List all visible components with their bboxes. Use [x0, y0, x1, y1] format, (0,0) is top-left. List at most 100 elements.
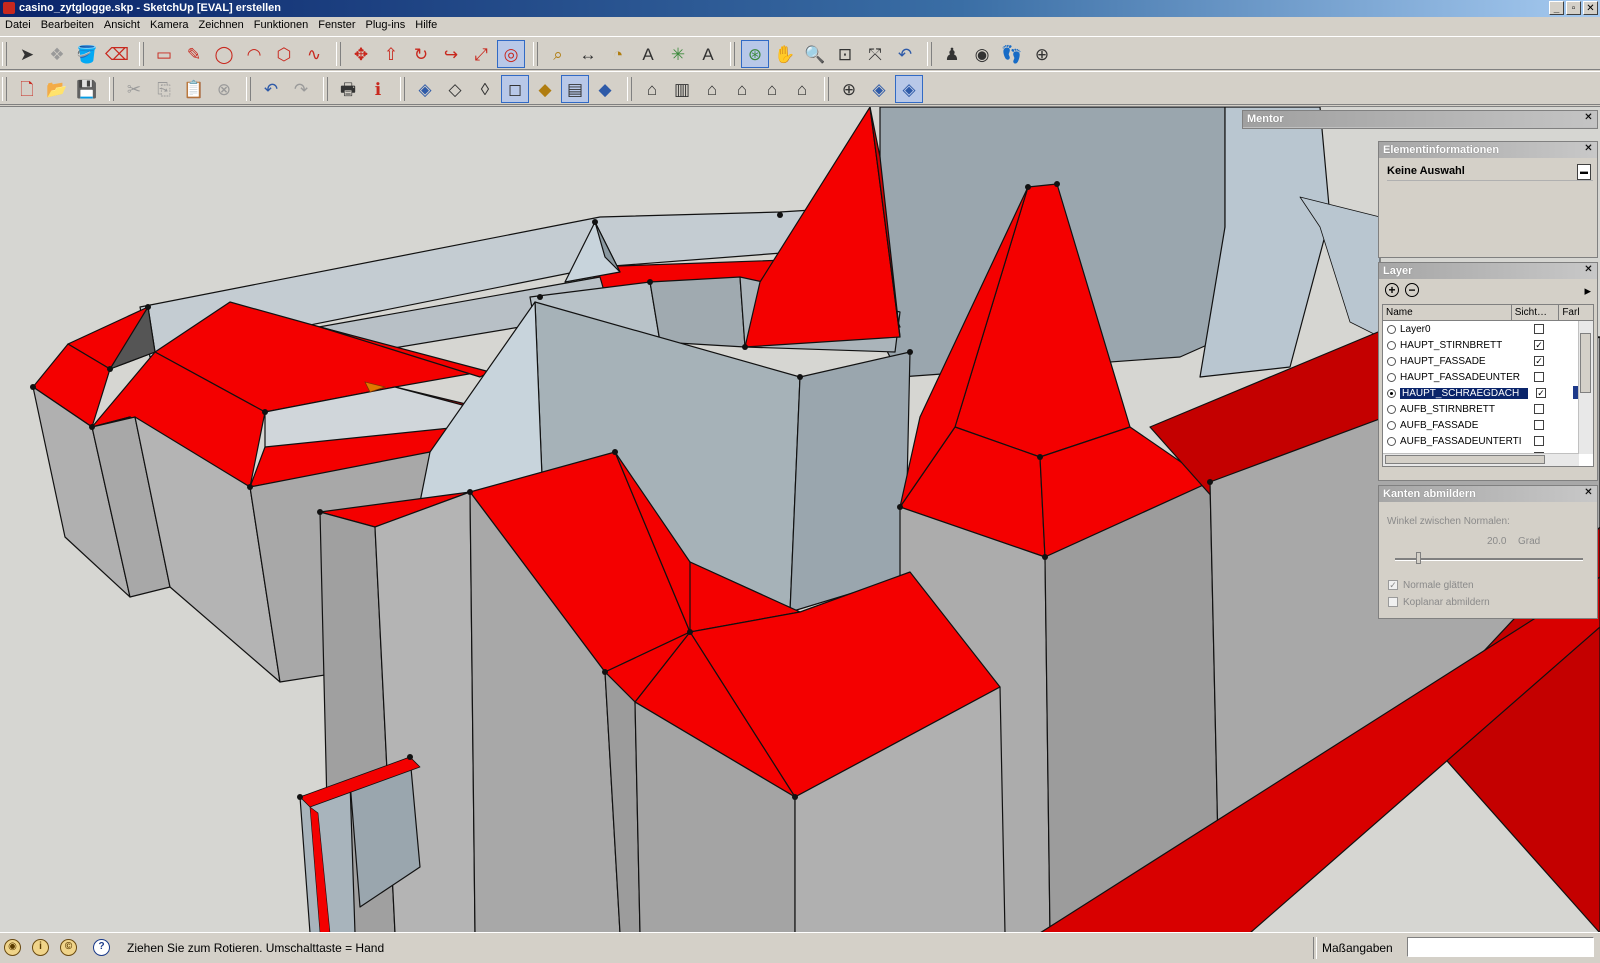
- layer-name[interactable]: AUFB_FASSADEUNTERTI: [1400, 436, 1526, 447]
- zoom-window-icon[interactable]: ⊡: [831, 40, 859, 68]
- layer-row[interactable]: AUFB_FASSADEUNTERTI: [1383, 433, 1579, 449]
- menu-bearbeiten[interactable]: Bearbeiten: [36, 17, 99, 35]
- print-icon[interactable]: 🖶: [334, 75, 362, 103]
- view-back-icon[interactable]: ⌂: [758, 75, 786, 103]
- soften-edges-title[interactable]: Kanten abmildern ✕: [1379, 486, 1597, 502]
- offset-icon[interactable]: ◎: [497, 40, 525, 68]
- parallel-projection-icon[interactable]: ◈: [865, 75, 893, 103]
- sketchup-app-icon[interactable]: [3, 2, 15, 14]
- look-around-icon[interactable]: ◉: [968, 40, 996, 68]
- smooth-normals-checkbox[interactable]: ✓: [1388, 580, 1398, 590]
- zoom-extents-icon[interactable]: ⤧: [861, 40, 889, 68]
- delete-icon[interactable]: ⊗: [210, 75, 238, 103]
- close-icon[interactable]: ✕: [1583, 488, 1594, 499]
- menu-plug-ins[interactable]: Plug-ins: [361, 17, 411, 35]
- style-back-edges-icon[interactable]: ◇: [441, 75, 469, 103]
- layer-name[interactable]: AUFB_STIRNBRETT: [1400, 404, 1526, 415]
- layer-visible-checkbox[interactable]: [1534, 420, 1544, 430]
- style-shaded-icon[interactable]: ◆: [531, 75, 559, 103]
- style-xray-icon[interactable]: ◈: [411, 75, 439, 103]
- view-iso-icon[interactable]: ⌂: [638, 75, 666, 103]
- maximize-button[interactable]: ▫: [1566, 1, 1581, 15]
- style-monochrome-icon[interactable]: ◆: [591, 75, 619, 103]
- layer-name[interactable]: AUFB_FASSADE: [1400, 420, 1526, 431]
- view-right-icon[interactable]: ⌂: [728, 75, 756, 103]
- layer-visible-checkbox[interactable]: [1534, 436, 1544, 446]
- 3d-text-icon[interactable]: A: [694, 40, 722, 68]
- style-shaded-textures-icon[interactable]: ▤: [561, 75, 589, 103]
- layer-row[interactable]: HAUPT_FASSADE ✓: [1383, 353, 1579, 369]
- open-folder-icon[interactable]: 📂: [43, 75, 71, 103]
- layer-visible-checkbox[interactable]: [1534, 372, 1544, 382]
- perspective-icon[interactable]: ◈: [895, 75, 923, 103]
- delete-layer-button[interactable]: −: [1405, 283, 1419, 297]
- arc-icon[interactable]: ◠: [240, 40, 268, 68]
- axes-icon[interactable]: ✳: [664, 40, 692, 68]
- menu-zeichnen[interactable]: Zeichnen: [194, 17, 249, 35]
- entity-info-title[interactable]: Elementinformationen ✕: [1379, 142, 1597, 158]
- geo-location-icon[interactable]: ◉: [4, 939, 21, 956]
- col-color-header[interactable]: Farl: [1559, 305, 1593, 320]
- paint-bucket-icon[interactable]: 🪣: [73, 40, 101, 68]
- angle-slider-thumb[interactable]: [1415, 552, 1421, 564]
- layer-name[interactable]: Layer0: [1400, 324, 1526, 335]
- menu-funktionen[interactable]: Funktionen: [249, 17, 313, 35]
- undo-icon[interactable]: ↶: [257, 75, 285, 103]
- layer-visible-checkbox[interactable]: ✓: [1534, 340, 1544, 350]
- menu-hilfe[interactable]: Hilfe: [410, 17, 442, 35]
- scale-icon[interactable]: ⤢: [467, 40, 495, 68]
- measurements-input[interactable]: [1407, 937, 1594, 957]
- style-hidden-line-icon[interactable]: ◻: [501, 75, 529, 103]
- active-layer-radio[interactable]: [1387, 324, 1396, 334]
- zoom-icon[interactable]: 🔍: [801, 40, 829, 68]
- text-icon[interactable]: A: [634, 40, 662, 68]
- menu-datei[interactable]: Datei: [0, 17, 36, 35]
- active-layer-radio[interactable]: [1387, 372, 1396, 382]
- section-display-icon[interactable]: ⊕: [835, 75, 863, 103]
- save-icon[interactable]: 💾: [73, 75, 101, 103]
- dimension-icon[interactable]: ↔: [574, 40, 602, 68]
- angle-slider-track[interactable]: [1395, 558, 1583, 561]
- col-name-header[interactable]: Name: [1383, 305, 1512, 320]
- view-left-icon[interactable]: ⌂: [788, 75, 816, 103]
- circle-icon[interactable]: ◯: [210, 40, 238, 68]
- cut-icon[interactable]: ✂: [120, 75, 148, 103]
- toolbar-grip[interactable]: [2, 77, 7, 101]
- copyright-icon[interactable]: ©: [60, 939, 77, 956]
- eraser-icon[interactable]: ⌫: [103, 40, 131, 68]
- layer-vertical-scrollbar[interactable]: [1578, 321, 1593, 454]
- make-component-icon[interactable]: ❖: [43, 40, 71, 68]
- layer-row[interactable]: HAUPT_SCHRAEGDACH ✓: [1383, 385, 1587, 401]
- close-icon[interactable]: ✕: [1583, 113, 1594, 124]
- paste-icon[interactable]: 📋: [180, 75, 208, 103]
- rotate-icon[interactable]: ↻: [407, 40, 435, 68]
- active-layer-radio[interactable]: [1387, 404, 1396, 414]
- tape-measure-icon[interactable]: ⌕: [544, 40, 572, 68]
- active-layer-radio[interactable]: [1387, 340, 1396, 350]
- orbit-icon[interactable]: ⊛: [741, 40, 769, 68]
- push-pull-icon[interactable]: ⇧: [377, 40, 405, 68]
- polygon-icon[interactable]: ⬡: [270, 40, 298, 68]
- layer-row[interactable]: AUFB_STIRNBRETT: [1383, 401, 1579, 417]
- move-icon[interactable]: ✥: [347, 40, 375, 68]
- coplanar-checkbox[interactable]: [1388, 597, 1398, 607]
- toolbar-grip[interactable]: [2, 42, 7, 66]
- mentor-panel-title[interactable]: Mentor ✕: [1243, 111, 1597, 127]
- redo-icon[interactable]: ↷: [287, 75, 315, 103]
- menu-ansicht[interactable]: Ansicht: [99, 17, 145, 35]
- layer-visible-checkbox[interactable]: ✓: [1536, 388, 1546, 398]
- details-toggle-icon[interactable]: ▬: [1577, 164, 1591, 180]
- help-icon[interactable]: ?: [93, 939, 110, 956]
- active-layer-radio[interactable]: [1387, 420, 1396, 430]
- style-wireframe-icon[interactable]: ◊: [471, 75, 499, 103]
- protractor-icon[interactable]: ◔: [604, 40, 632, 68]
- layer-horizontal-scrollbar[interactable]: [1383, 453, 1579, 466]
- line-pencil-icon[interactable]: ✎: [180, 40, 208, 68]
- layer-name[interactable]: HAUPT_FASSADEUNTER: [1400, 372, 1526, 383]
- layer-name[interactable]: HAUPT_FASSADE: [1400, 356, 1526, 367]
- section-plane-icon[interactable]: ⊕: [1028, 40, 1056, 68]
- layer-row[interactable]: AUFB_FASSADE: [1383, 417, 1579, 433]
- freehand-icon[interactable]: ∿: [300, 40, 328, 68]
- copy-icon[interactable]: ⎘: [150, 75, 178, 103]
- layer-row[interactable]: Layer0: [1383, 321, 1579, 337]
